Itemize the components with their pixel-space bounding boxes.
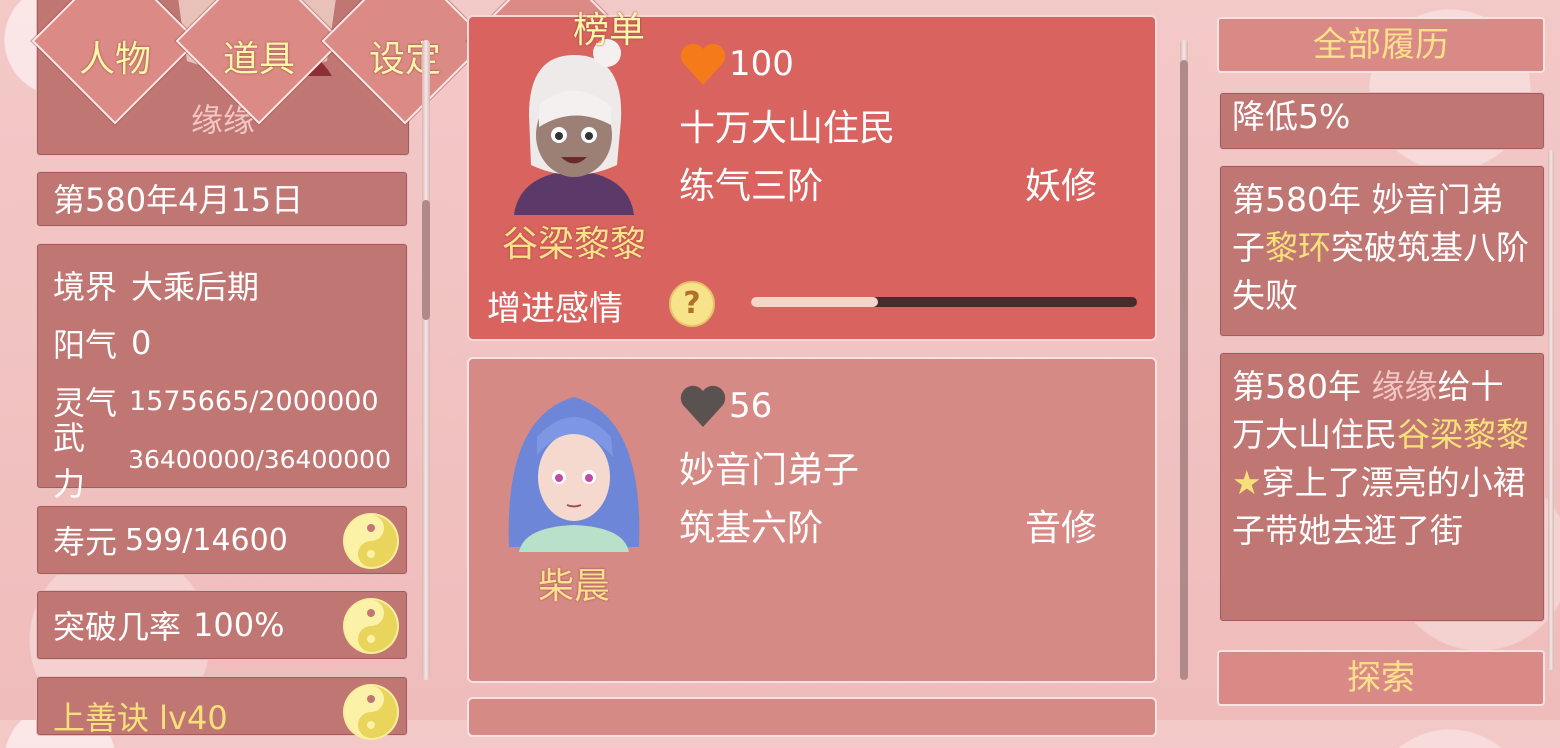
affection-progress-fill [751,297,879,307]
yin-yang-icon[interactable] [343,513,399,569]
affection-display: 100 [679,41,794,87]
yin-yang-icon[interactable] [343,598,399,654]
heart-icon [680,385,726,427]
skill-panel[interactable]: 上善诀 lv40 [36,676,408,740]
left-scrollbar[interactable] [422,40,430,680]
player-stats-panel: 境界 大乘后期 阳气 0 灵气 1575665/2000000 武力 36400… [36,243,408,503]
character-card[interactable] [467,697,1157,737]
realm-value: 大乘后期 [131,268,260,306]
history-text: 穿上了漂亮的小裙子带她去逛了街 [1232,463,1526,550]
qi-value: 1575665/2000000 [129,385,379,417]
realm-row: 境界 大乘后期 [53,256,391,314]
yin-yang-icon[interactable] [343,684,399,740]
center-scrollbar[interactable] [1180,40,1188,680]
history-entry: 第580年 妙音门弟子黎环突破筑基八阶失败 [1219,165,1545,337]
history-entry: 第580年 缘缘给十万大山住民谷梁黎黎★穿上了漂亮的小裙子带她去逛了街 [1219,352,1545,622]
character-name: 柴晨 [537,566,610,607]
yang-value: 0 [131,324,152,362]
character-identity: 十万大山住民 [679,108,896,149]
tab-character[interactable]: 人物 [55,30,175,82]
character-type: 妖修 [1025,166,1098,207]
all-history-button[interactable]: 全部履历 [1217,17,1545,73]
lifespan-label: 寿元 [53,523,118,561]
history-entry: 降低5% [1219,92,1545,150]
force-label: 武力 [53,419,86,503]
breakthrough-value: 100% [193,606,285,644]
explore-button[interactable]: 探索 [1217,650,1545,706]
history-player-name: 缘缘 [1371,367,1438,406]
affection-value: 56 [729,386,773,426]
character-identity: 妙音门弟子 [679,450,860,491]
character-type: 音修 [1025,508,1098,549]
tab-items[interactable]: 道具 [199,30,319,82]
history-entry-text: 降低5% [1232,97,1351,136]
skill-name: 上善诀 lv40 [53,699,228,737]
character-avatar [514,39,634,215]
lifespan-panel: 寿元 599/14600 [36,505,408,575]
lifespan-value: 599/14600 [125,522,288,558]
character-realm: 练气三阶 [679,166,824,207]
character-card[interactable]: 柴晨 56 妙音门弟子 筑基六阶 音修 [467,357,1157,683]
character-card[interactable]: 榜单 谷梁黎黎 100 十万大山住民 练气三阶 妖修 增进感情 ? [467,10,1157,341]
breakthrough-panel: 突破几率 100% [36,590,408,660]
affection-display: 56 [679,383,772,429]
heart-icon [680,43,726,85]
affection-progress-bar [751,297,1137,307]
tab-settings[interactable]: 设定 [345,30,465,82]
tab-ranking[interactable]: 榜单 [549,1,669,53]
force-value: 36400000/36400000 [128,444,391,474]
breakthrough-label: 突破几率 [53,608,182,646]
left-scrollbar-thumb[interactable] [422,200,430,320]
help-icon[interactable]: ? [669,281,715,327]
realm-label: 境界 [53,268,118,306]
game-date: 第580年4月15日 [36,171,408,227]
increase-affection-label: 增进感情 [487,289,623,329]
center-scrollbar-thumb[interactable] [1180,60,1188,680]
character-realm: 筑基六阶 [679,508,824,549]
character-avatar [508,397,640,552]
right-scrollbar[interactable] [1548,150,1554,670]
yang-label: 阳气 [53,326,118,364]
force-row: 武力 36400000/36400000 [53,419,391,503]
history-text: 第580年 [1232,367,1372,406]
yang-row: 阳气 0 [53,314,391,372]
character-name: 谷梁黎黎 [501,224,646,265]
affection-value: 100 [729,44,794,84]
history-highlight-name: 黎环 [1265,228,1331,267]
